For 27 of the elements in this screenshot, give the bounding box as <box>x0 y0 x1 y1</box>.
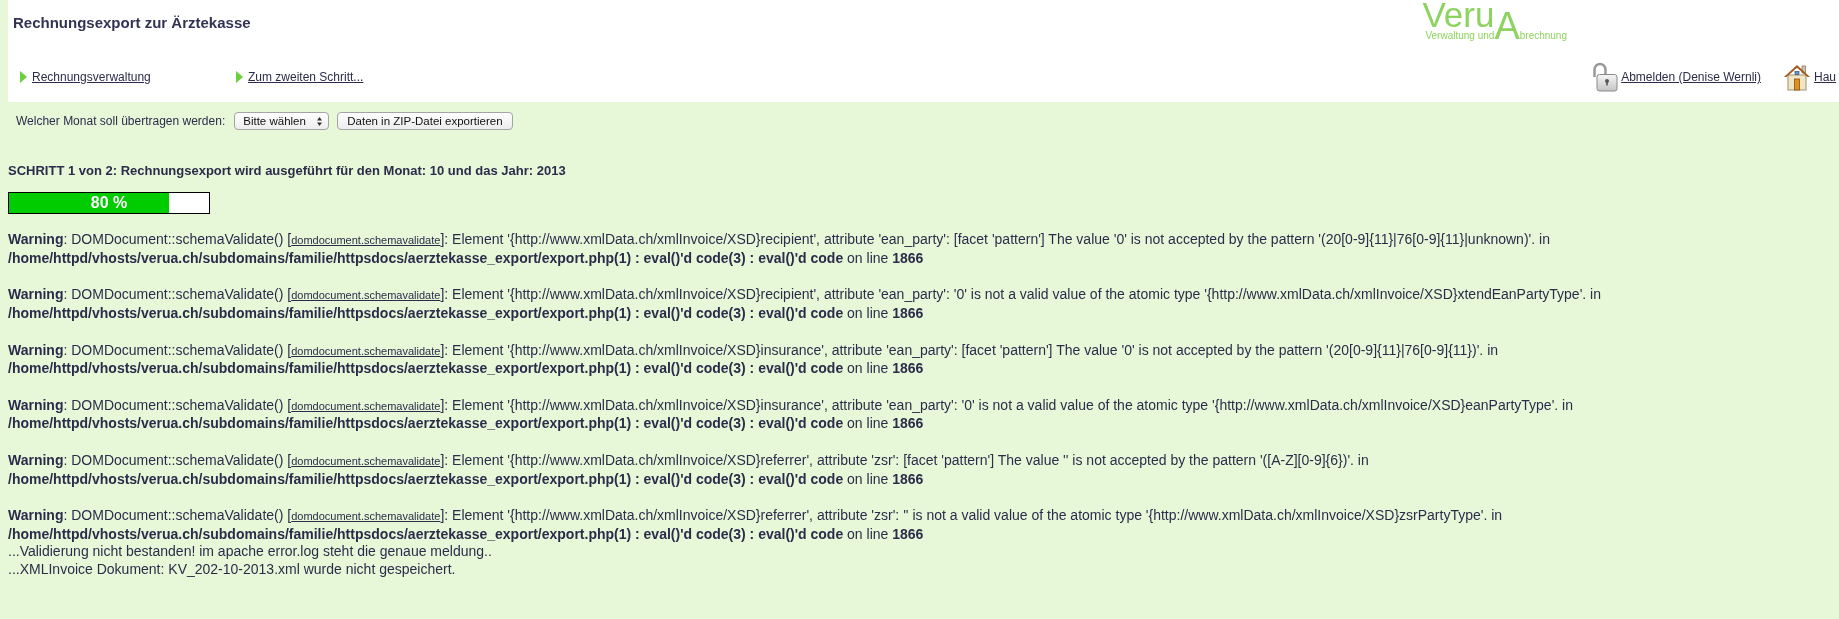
step-heading: SCHRITT 1 von 2: Rechnungsexport wird ausgeführt für den Monat: 10 und das Jahr: 2013 <box>8 163 567 179</box>
warning-message: Warning: DOMDocument::schemaValidate() [domdocument.schemavalidate]: Element '{http://www.xmlData.ch/xmlInvoice/XSD}referrer', attribute 'zsr': '' is not a valid value of the atomic type '{http://www.xmlData.ch/xmlInvoice/XSD}zsrPartyType'. in /home/httpd/vhosts/verua.ch/subdomains/familie/httpsdocs/aerztekasse_export/export.php(1) : eval()'d code(3) : eval()'d code on line 1866 <box>8 507 1504 544</box>
logo-initial: A <box>1494 11 1520 42</box>
nav-link[interactable]: Zum zweiten Schritt... <box>248 70 364 84</box>
warning-message: Warning: DOMDocument::schemaValidate() [domdocument.schemavalidate]: Element '{http://www.xmlData.ch/xmlInvoice/XSD}insurance', attribute 'ean_party': '0' is not a valid value of the atomic type '{http://www.xmlData.ch/xmlInvoice/XSD}eanPartyType'. in /home/httpd/vhosts/verua.ch/subdomains/familie/httpsdocs/aerztekasse_export/export.php(1) : eval()'d code(3) : eval()'d code on line 1866 <box>8 396 1574 433</box>
warning-message: Warning: DOMDocument::schemaValidate() [domdocument.schemavalidate]: Element '{http://www.xmlData.ch/xmlInvoice/XSD}recipient', attribute 'ean_party': '0' is not a valid value of the atomic type '{http://www.xmlData.ch/xmlInvoice/XSD}xtendEanPartyType'. in /home/httpd/vhosts/verua.ch/subdomains/familie/httpsdocs/aerztekasse_export/export.php(1) : eval()'d code(3) : eval()'d code on line 1866 <box>8 286 1602 323</box>
progress-label: 80 % <box>90 194 128 212</box>
status-message: ...XMLInvoice Dokument: KV_202-10-2013.xml wurde nicht gespeichert. <box>8 560 457 579</box>
status-message: ...Validierung nicht bestanden! im apache error.log steht die genaue meldung.. <box>8 543 493 561</box>
month-label: Welcher Monat soll übertragen werden: <box>16 114 226 128</box>
arrow-icon <box>236 71 243 83</box>
warning-message: Warning: DOMDocument::schemaValidate() [domdocument.schemavalidate]: Element '{http://www.xmlData.ch/xmlInvoice/XSD}referrer', attribute 'zsr': [facet 'pattern'] The value '' is not accepted by the pattern '([A-Z][0-9]{6})'. in /home/httpd/vhosts/verua.ch/subdomains/familie/httpsdocs/aerztekasse_export/export.php(1) : eval()'d code(3) : eval()'d code on line 1866 <box>8 451 1370 489</box>
arrow-icon <box>20 71 27 83</box>
caret-icon <box>317 116 323 126</box>
logo-wordmark: Veru <box>1422 0 1495 30</box>
warning-message: Warning: DOMDocument::schemaValidate() [domdocument.schemavalidate]: Element '{http://www.xmlData.ch/xmlInvoice/XSD}insurance', attribute 'ean_party': [facet 'pattern'] The value '0' is not accepted by the pattern '(20[0-9]{11}|76[0-9]{11})'. in /home/httpd/vhosts/verua.ch/subdomains/familie/httpsdocs/aerztekasse_export/export.php(1) : eval()'d code(3) : eval()'d code on line 1866 <box>8 341 1500 378</box>
logo-tagline: brechnung <box>1519 30 1567 42</box>
nav-link[interactable]: Hau <box>1814 70 1836 84</box>
page-title: Rechnungsexport zur Ärztekasse <box>13 14 252 31</box>
nav-link[interactable]: Rechnungsverwaltung <box>32 70 151 84</box>
export-button[interactable]: Daten in ZIP-Datei exportieren <box>337 112 513 130</box>
month-select[interactable]: Bitte wählen <box>234 112 330 130</box>
logo-tagline: Verwaltung und <box>1425 30 1495 42</box>
padlock-icon <box>1591 62 1619 92</box>
nav-link[interactable]: Abmelden (Denise Wernli) <box>1621 70 1761 84</box>
house-icon <box>1783 63 1811 91</box>
warning-message: Warning: DOMDocument::schemaValidate() [domdocument.schemavalidate]: Element '{http://www.xmlData.ch/xmlInvoice/XSD}recipient', attribute 'ean_party': [facet 'pattern'] The value '0' is not accepted by the pattern '(20[0-9]{11}|76[0-9]{11}|unknown)'. in /home/httpd/vhosts/verua.ch/subdomains/familie/httpsdocs/aerztekasse_export/export.php(1) : eval()'d code(3) : eval()'d code on line 1866 <box>8 231 1551 268</box>
